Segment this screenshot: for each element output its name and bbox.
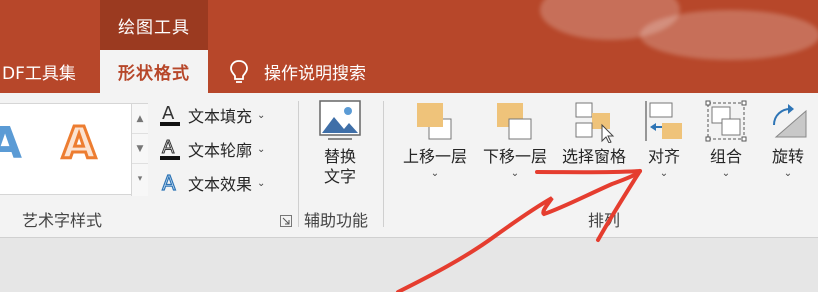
text-outline-button[interactable]: A 文本轮廓 ⌄ — [158, 135, 265, 163]
rotate-label: 旋转 — [771, 147, 804, 166]
chevron-down-icon: ⌄ — [721, 168, 731, 179]
alt-text-label-line2: 文字 — [323, 167, 356, 186]
bring-forward-label: 上移一层 — [402, 147, 467, 166]
dialog-launcher-icon[interactable] — [280, 215, 292, 227]
ribbon: A A ▲ ▼ ▾ A 文本填充 ⌄ A 文本轮廓 ⌄ A 文本效果 ⌄ 艺术字… — [0, 93, 818, 238]
group-objects-icon — [705, 100, 747, 142]
rotate-icon — [773, 104, 807, 138]
wordart-style-blue[interactable]: A — [0, 118, 22, 169]
text-fill-button[interactable]: A 文本填充 ⌄ — [158, 101, 265, 129]
gallery-more-button[interactable]: ▾ — [132, 164, 148, 194]
send-backward-button[interactable]: 下移一层 ⌄ — [476, 99, 554, 181]
chevron-down-icon: ⌄ — [257, 177, 266, 189]
gallery-scroll-down-button[interactable]: ▼ — [132, 134, 148, 164]
svg-text:A: A — [162, 103, 175, 124]
selection-pane-icon — [575, 102, 615, 144]
group-separator — [298, 101, 299, 227]
chevron-down-icon: ⌄ — [430, 168, 440, 179]
chevron-down-icon: ⌄ — [510, 168, 520, 179]
selection-pane-button[interactable]: 选择窗格 — [556, 99, 632, 167]
align-button[interactable]: 对齐 ⌄ — [636, 99, 692, 181]
title-bar: 绘图工具 DF工具集 形状格式 操作说明搜索 — [0, 0, 818, 93]
wordart-styles-group-label: 艺术字样式 — [22, 211, 103, 230]
selection-pane-label: 选择窗格 — [561, 147, 626, 166]
group-objects-label: 组合 — [709, 147, 742, 166]
tell-me-search[interactable]: 操作说明搜索 — [228, 50, 408, 93]
text-effects-icon: A — [161, 170, 176, 195]
arrange-group-label: 排列 — [588, 211, 621, 230]
gallery-scrollbar: ▲ ▼ ▾ — [131, 104, 148, 196]
bring-forward-button[interactable]: 上移一层 ⌄ — [396, 99, 474, 181]
chevron-down-icon: ⌄ — [257, 109, 266, 121]
text-fill-label: 文本填充 — [188, 107, 253, 126]
text-effects-label: 文本效果 — [188, 175, 253, 194]
tell-me-label: 操作说明搜索 — [264, 64, 366, 84]
accessibility-group-label: 辅助功能 — [304, 211, 369, 230]
chevron-down-icon: ⌄ — [659, 168, 669, 179]
group-objects-button[interactable]: 组合 ⌄ — [698, 99, 754, 181]
align-icon — [645, 101, 682, 141]
bring-forward-icon — [417, 103, 452, 140]
wordart-styles-gallery[interactable]: A A ▲ ▼ ▾ — [0, 103, 148, 196]
align-label: 对齐 — [647, 147, 680, 166]
send-backward-label: 下移一层 — [482, 147, 547, 166]
svg-text:A: A — [162, 137, 175, 158]
alt-text-label-line1: 替换 — [323, 147, 356, 166]
text-outline-icon: A — [160, 137, 180, 160]
tab-shape-format[interactable]: 形状格式 — [100, 50, 208, 93]
background-decoration — [640, 10, 818, 60]
svg-text:A: A — [162, 171, 176, 195]
alt-text-button[interactable]: 替换 文字 — [310, 99, 370, 187]
send-backward-icon — [497, 103, 532, 140]
rotate-button[interactable]: 旋转 ⌄ — [760, 99, 816, 181]
drawing-tools-context-label: 绘图工具 — [100, 0, 208, 50]
gallery-scroll-up-button[interactable]: ▲ — [132, 104, 148, 134]
group-separator — [383, 101, 384, 227]
tab-pdf-tools[interactable]: DF工具集 — [0, 50, 100, 93]
lightbulb-icon — [230, 59, 248, 83]
chevron-down-icon: ⌄ — [257, 143, 266, 155]
text-outline-label: 文本轮廓 — [188, 141, 253, 160]
alt-text-image-icon — [319, 100, 361, 140]
text-effects-button[interactable]: A 文本效果 ⌄ — [158, 169, 265, 197]
wordart-style-orange-outline[interactable]: A — [60, 117, 97, 171]
chevron-down-icon: ⌄ — [783, 168, 793, 179]
text-fill-icon: A — [160, 103, 180, 126]
